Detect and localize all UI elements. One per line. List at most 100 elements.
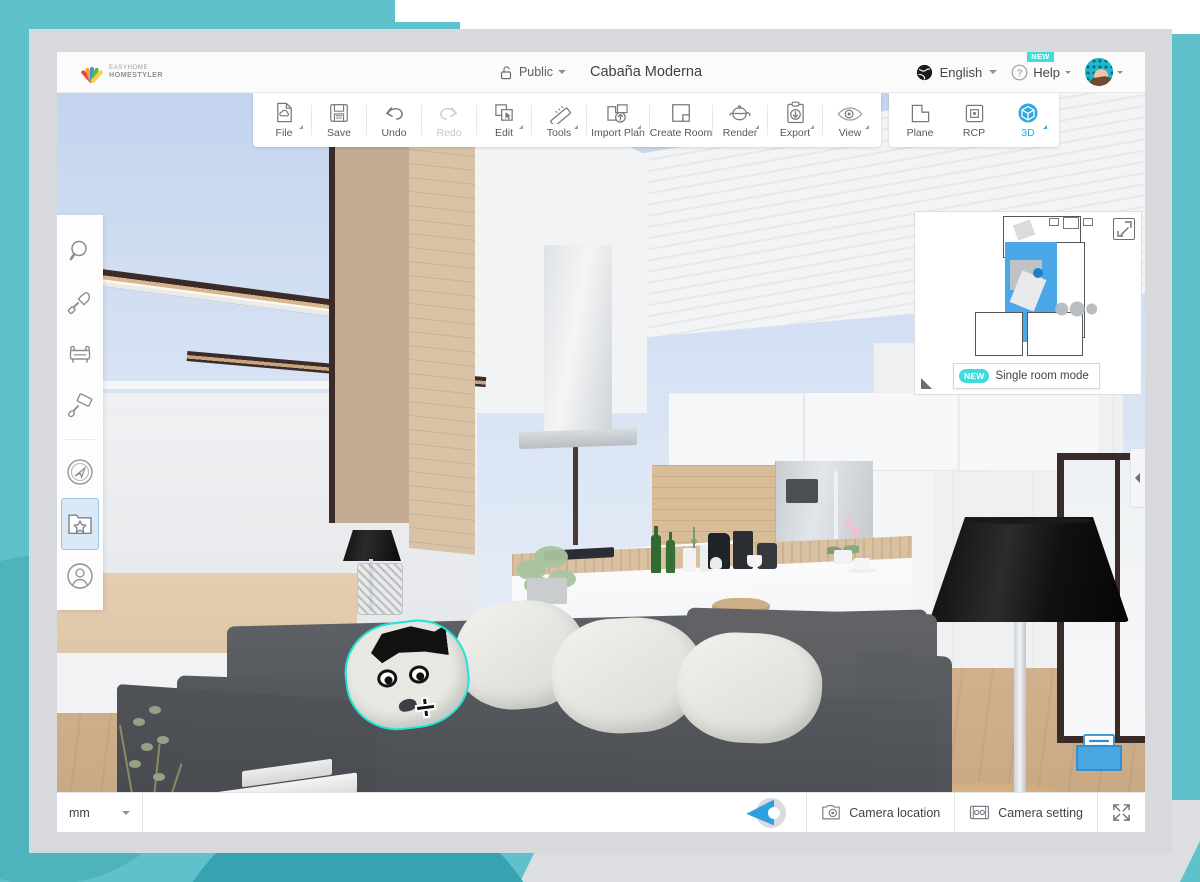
scene-white-vase-1 [683, 548, 696, 572]
scene-cup-1 [747, 555, 762, 567]
pillow-body [339, 614, 475, 736]
minimap-room-bottom-left [975, 312, 1023, 356]
unit-selector[interactable]: mm [57, 793, 143, 832]
view-compass[interactable] [730, 793, 806, 832]
floorplan-minimap[interactable]: NEW Single room mode [914, 211, 1142, 395]
chevron-down-icon[interactable] [1117, 71, 1123, 74]
pillow-eye-left [376, 668, 398, 688]
toolbar-item-render[interactable]: Render [713, 93, 767, 147]
plane-view-icon [910, 101, 931, 124]
unlock-icon [500, 65, 514, 80]
chevron-down-icon[interactable] [558, 70, 566, 74]
left-tool-sidebar[interactable] [57, 215, 103, 610]
pillow-hair-graphic [363, 622, 451, 684]
toolbar-item-redo[interactable]: Redo [422, 93, 476, 147]
svg-text:?: ? [1017, 68, 1022, 79]
dropdown-corner-icon[interactable] [865, 125, 869, 129]
toolbar-item-undo[interactable]: Undo [367, 93, 421, 147]
dropdown-corner-icon[interactable] [519, 125, 523, 129]
command-input[interactable] [143, 793, 730, 832]
scene-stand-mixer [708, 533, 730, 569]
user-menu[interactable] [1085, 58, 1123, 86]
toolbar-label: Export [780, 127, 810, 139]
toolbar-item-tools[interactable]: Tools [532, 93, 586, 147]
paint-roller-icon [66, 393, 94, 421]
dropdown-corner-icon[interactable] [810, 125, 814, 129]
sidebar-item-search[interactable] [57, 225, 103, 277]
minimap-collapse-button[interactable] [1113, 218, 1135, 240]
toolbar-item-save[interactable]: Save [312, 93, 366, 147]
pillow-mouth-graphic [397, 697, 417, 713]
privacy-selector[interactable]: Public [500, 65, 566, 80]
magnifier-icon [67, 238, 93, 264]
inbox-button[interactable] [1075, 732, 1123, 774]
dropdown-corner-icon[interactable] [755, 125, 759, 129]
camera-location-button[interactable]: Camera location [806, 793, 954, 832]
toolbar-item-file[interactable]: File [257, 93, 311, 147]
scene-cushion-3[interactable] [675, 631, 824, 746]
toolbar-item-create-room[interactable]: Create Room [650, 93, 712, 147]
help-menu[interactable]: NEW ? Help [1011, 64, 1071, 81]
toolbar-view-modes: Plane RCP [889, 93, 1059, 147]
chevron-down-icon[interactable] [989, 70, 997, 74]
dropdown-corner-icon[interactable] [1043, 125, 1047, 129]
toolbar-item-export[interactable]: Export [768, 93, 822, 147]
fullscreen-button[interactable] [1097, 793, 1145, 832]
view-mode-rcp[interactable]: RCP [947, 93, 1001, 147]
dropdown-corner-icon[interactable] [637, 125, 641, 129]
person-circle-icon [66, 562, 94, 590]
cube-3d-icon [1017, 101, 1039, 124]
blue-inbox-icon [1075, 732, 1123, 774]
toolbar-item-edit[interactable]: Edit [477, 93, 531, 147]
logo-fan-icon [80, 61, 102, 83]
teapot-icon [728, 101, 753, 124]
toolbar-label: Undo [381, 127, 406, 139]
brand-logo[interactable]: EASYHOME HOMESTYLER [80, 61, 163, 83]
sidebar-item-account[interactable] [57, 550, 103, 602]
bottom-bar-right: Camera location Camera setting [730, 793, 1145, 832]
camera-setting-button[interactable]: Camera setting [954, 793, 1097, 832]
view-mode-plane[interactable]: Plane [893, 93, 947, 147]
right-panel-toggle[interactable] [1130, 448, 1145, 508]
camera-location-label: Camera location [849, 806, 940, 820]
document-title[interactable]: Cabaña Moderna [590, 64, 702, 80]
sidebar-item-favorites[interactable] [61, 498, 99, 550]
view-mode-3d[interactable]: 3D [1001, 93, 1055, 147]
dropdown-corner-icon[interactable] [299, 125, 303, 129]
fridge-dispenser [786, 479, 818, 503]
privacy-label: Public [519, 65, 553, 79]
resize-arrow-icon[interactable] [921, 378, 932, 389]
toolbar-item-view[interactable]: View [823, 93, 877, 147]
minimap-camera-marker[interactable] [1033, 268, 1043, 278]
help-label: Help [1033, 65, 1060, 80]
scene-balcony-lamp-shade [343, 530, 401, 561]
scene-bottle-green-1 [651, 535, 661, 573]
chevron-down-icon[interactable] [1065, 71, 1071, 74]
file-cloud-icon [273, 101, 296, 124]
collapse-corner-icon [1114, 219, 1134, 239]
toolbar-item-import-plan[interactable]: Import Plan [587, 93, 649, 147]
camera-setting-label: Camera setting [998, 806, 1083, 820]
sidebar-item-build[interactable] [57, 277, 103, 329]
minimap-chair-2 [1083, 218, 1093, 226]
chevron-down-icon[interactable] [122, 811, 130, 815]
sidebar-item-material[interactable] [57, 381, 103, 433]
minimap-table [1063, 217, 1079, 229]
avatar[interactable] [1085, 58, 1113, 86]
scene-bottle-green-2 [666, 540, 675, 573]
single-room-mode-tooltip[interactable]: NEW Single room mode [953, 363, 1100, 389]
toolbar-label: Edit [495, 127, 513, 139]
sidebar-item-compass[interactable] [57, 446, 103, 498]
dropdown-corner-icon[interactable] [574, 125, 578, 129]
homestyler-app: EASYHOME HOMESTYLER Public Cabaña Modern… [57, 52, 1145, 832]
selected-face-pillow[interactable] [339, 614, 475, 736]
fullscreen-icon [1112, 803, 1131, 822]
toolbar-label: Redo [436, 127, 461, 139]
sidebar-item-furniture[interactable] [57, 329, 103, 381]
app-header: EASYHOME HOMESTYLER Public Cabaña Modern… [57, 52, 1145, 93]
view-cone-compass [746, 798, 790, 828]
tooltip-new-badge: NEW [959, 369, 989, 383]
main-toolbar[interactable]: File Save [253, 93, 1059, 147]
design-viewport[interactable]: File Save [57, 93, 1145, 792]
language-selector[interactable]: English [916, 64, 998, 81]
